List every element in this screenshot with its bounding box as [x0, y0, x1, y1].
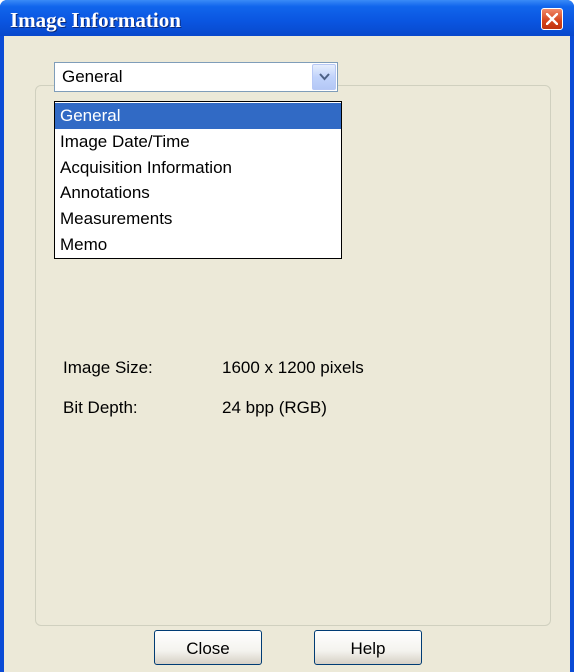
- window-close-button[interactable]: [541, 8, 563, 30]
- category-select[interactable]: General: [54, 62, 338, 92]
- bit-depth-value: 24 bpp (RGB): [222, 398, 327, 417]
- dropdown-option-general[interactable]: General: [55, 103, 341, 129]
- chevron-down-icon: [319, 73, 330, 81]
- category-dropdown-list: General Image Date/Time Acquisition Info…: [54, 101, 342, 259]
- dialog-body: General General Image Date/Time Acquisit…: [4, 36, 570, 672]
- dropdown-button[interactable]: [312, 64, 336, 90]
- dropdown-option-measurements[interactable]: Measurements: [55, 206, 341, 232]
- close-button[interactable]: Close: [154, 630, 262, 665]
- dropdown-option-image-date-time[interactable]: Image Date/Time: [55, 129, 341, 155]
- dropdown-option-acquisition-information[interactable]: Acquisition Information: [55, 155, 341, 181]
- close-icon: [546, 13, 558, 25]
- image-size-label: Image Size:: [63, 358, 153, 377]
- dialog-window: Image Information General General Image …: [0, 0, 574, 672]
- dropdown-option-annotations[interactable]: Annotations: [55, 180, 341, 206]
- dropdown-option-memo[interactable]: Memo: [55, 232, 341, 258]
- help-button[interactable]: Help: [314, 630, 422, 665]
- bit-depth-label: Bit Depth:: [63, 398, 138, 417]
- title-bar[interactable]: Image Information: [0, 0, 574, 36]
- window-title: Image Information: [10, 8, 181, 32]
- category-select-value: General: [62, 67, 123, 86]
- image-size-value: 1600 x 1200 pixels: [222, 358, 364, 377]
